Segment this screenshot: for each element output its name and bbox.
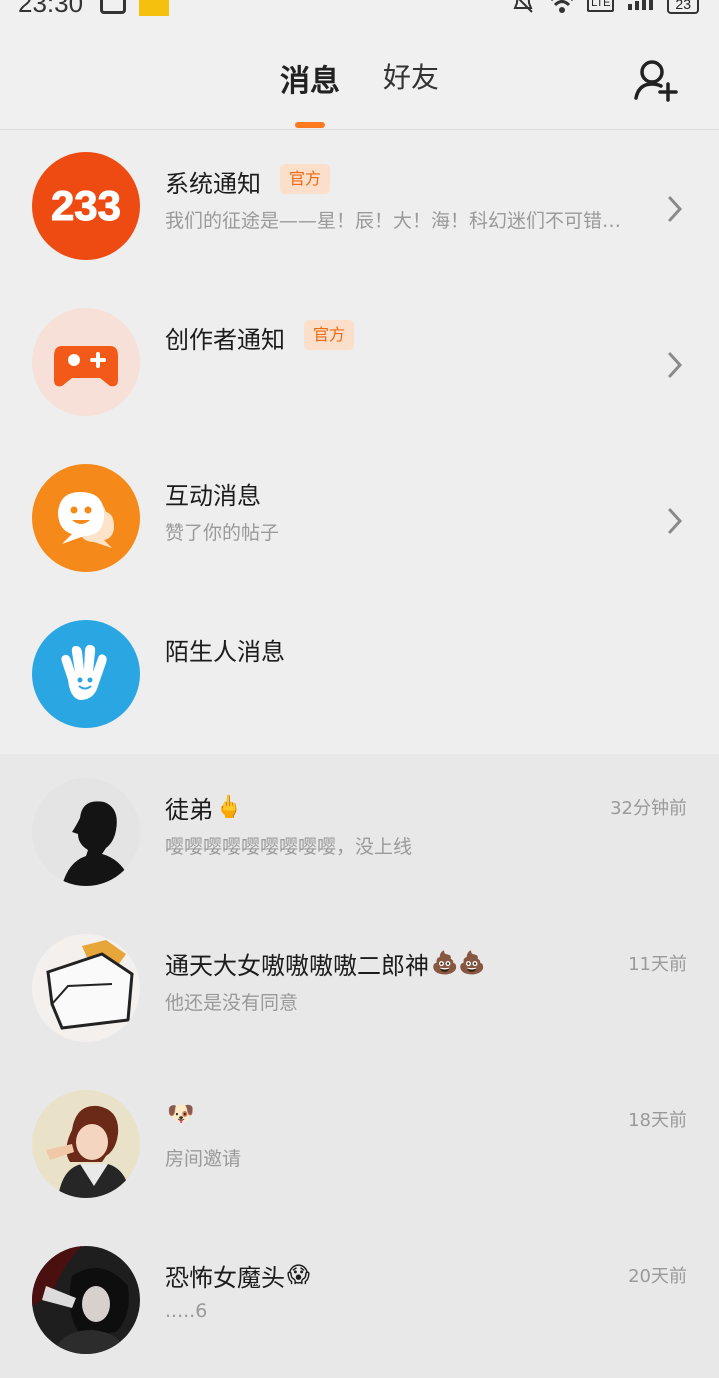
chat-preview: 他还是没有同意 xyxy=(165,992,299,1014)
chat-preview: 嘤嘤嘤嘤嘤嘤嘤嘤嘤，没上线 xyxy=(165,836,413,858)
chat-row[interactable]: 通天大女嗷嗷嗷嗷二郎神 💩💩 11天前 他还是没有同意 xyxy=(0,910,719,1066)
status-icons: LTE 23 xyxy=(511,0,699,18)
contact-name-text: 徒弟 xyxy=(165,796,213,824)
chevron-right-icon xyxy=(668,508,683,534)
avatar xyxy=(32,778,140,886)
stranger-message-row[interactable]: 陌生人消息 xyxy=(0,598,719,754)
chat-contact-name: 恐怖女魔头 😱 xyxy=(165,1258,310,1293)
avatar xyxy=(32,1246,140,1354)
official-badge: 官方 xyxy=(280,164,331,194)
system-notification-list: 233 系统通知 官方 我们的征途是——星！辰！大！海！科幻迷们不可错… 创作者… xyxy=(0,130,719,754)
chat-row[interactable]: 恐怖女魔头 😱 20天前 .....6 xyxy=(0,1222,719,1378)
add-friend-button[interactable] xyxy=(632,56,680,104)
gamepad-icon xyxy=(32,308,140,416)
network-type: LTE xyxy=(587,0,615,12)
interaction-message-row[interactable]: 互动消息 赞了你的帖子 xyxy=(0,442,719,598)
svg-text:233: 233 xyxy=(51,182,121,229)
wave-hand-icon xyxy=(32,620,140,728)
signal-icon xyxy=(628,0,654,10)
active-tab-indicator xyxy=(295,122,325,128)
video-record-icon xyxy=(100,0,126,14)
mute-bell-icon xyxy=(511,0,535,14)
add-person-icon xyxy=(634,60,678,102)
chat-preview: 房间邀请 xyxy=(165,1148,242,1170)
contact-name-emoji: 🐶 xyxy=(167,1102,195,1127)
contact-name-text: 恐怖女魔头 xyxy=(165,1264,285,1292)
chat-timestamp: 11天前 xyxy=(628,954,687,975)
interaction-message-preview: 赞了你的帖子 xyxy=(165,522,280,544)
status-bar: 23:30 LTE 23 xyxy=(0,0,719,24)
contact-name-emoji: 😱 xyxy=(287,1262,310,1288)
chat-list: 徒弟 🖕 32分钟前 嘤嘤嘤嘤嘤嘤嘤嘤嘤，没上线 通天大女嗷嗷嗷嗷二郎神 💩💩 … xyxy=(0,754,719,1378)
chat-bubble-icon xyxy=(32,464,140,572)
chat-row[interactable]: 🐶 18天前 房间邀请 xyxy=(0,1066,719,1222)
system-notice-row[interactable]: 233 系统通知 官方 我们的征途是——星！辰！大！海！科幻迷们不可错… xyxy=(0,130,719,286)
tab-messages[interactable]: 消息 xyxy=(280,56,340,100)
chat-timestamp: 18天前 xyxy=(628,1110,687,1131)
chat-timestamp: 20天前 xyxy=(628,1266,687,1287)
status-time: 23:30 xyxy=(18,0,84,18)
chevron-right-icon xyxy=(668,352,683,378)
chat-preview: .....6 xyxy=(165,1300,208,1322)
interaction-message-title: 互动消息 xyxy=(165,482,261,510)
contact-name-text: 通天大女嗷嗷嗷嗷二郎神 xyxy=(165,952,429,980)
stranger-message-title: 陌生人消息 xyxy=(165,638,285,666)
wifi-icon xyxy=(549,0,574,14)
system-notice-preview: 我们的征途是——星！辰！大！海！科幻迷们不可错… xyxy=(165,210,622,232)
battery-level: 23 xyxy=(667,0,699,14)
chevron-right-icon xyxy=(668,196,683,222)
chat-timestamp: 32分钟前 xyxy=(610,798,687,819)
chat-row[interactable]: 徒弟 🖕 32分钟前 嘤嘤嘤嘤嘤嘤嘤嘤嘤，没上线 xyxy=(0,754,719,910)
top-tab-bar: 消息 好友 xyxy=(0,24,719,130)
creator-notice-row[interactable]: 创作者通知 官方 xyxy=(0,286,719,442)
contact-name-emoji: 🖕 xyxy=(215,794,243,820)
chat-contact-name: 通天大女嗷嗷嗷嗷二郎神 💩💩 xyxy=(165,946,486,981)
chat-contact-name: 🐶 xyxy=(165,1102,194,1128)
system-notice-title: 系统通知 xyxy=(165,170,261,198)
notification-indicator-icon xyxy=(139,0,169,16)
official-badge: 官方 xyxy=(304,320,355,350)
avatar xyxy=(32,1090,140,1198)
contact-name-emoji: 💩💩 xyxy=(431,950,486,976)
creator-notice-title: 创作者通知 xyxy=(165,326,285,354)
chat-contact-name: 徒弟 🖕 xyxy=(165,790,242,825)
avatar xyxy=(32,934,140,1042)
tab-friends[interactable]: 好友 xyxy=(383,56,439,96)
233-logo-icon: 233 xyxy=(32,152,140,260)
